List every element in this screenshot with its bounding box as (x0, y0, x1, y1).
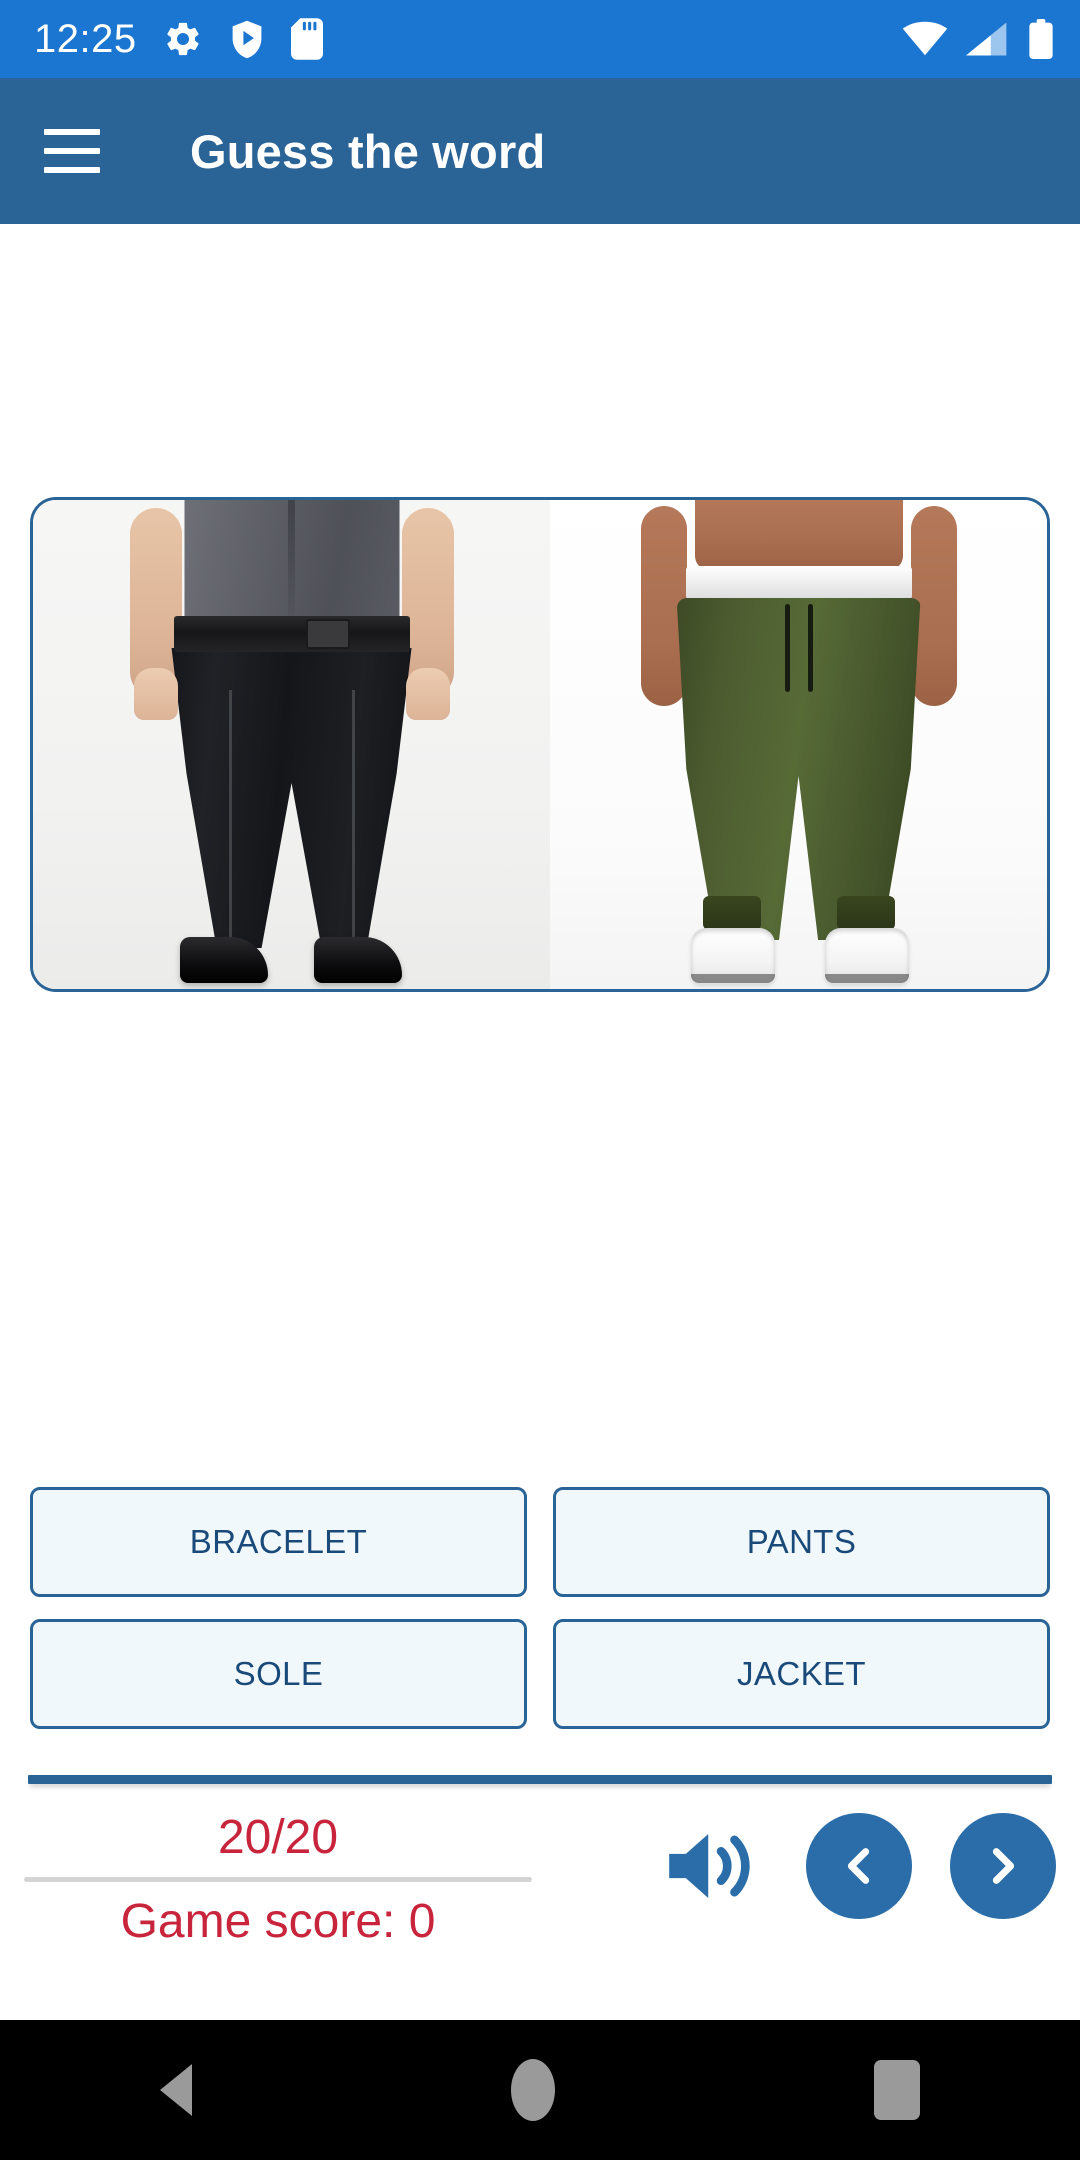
back-triangle-icon[interactable] (159, 2064, 192, 2116)
answer-option-jacket[interactable]: JACKET (553, 1619, 1050, 1729)
section-divider (28, 1775, 1052, 1784)
question-counter: 20/20 (217, 1811, 339, 1864)
answer-options-grid: BRACELET PANTS SOLE JACKET (30, 1487, 1050, 1729)
photo-left-hand (133, 668, 178, 720)
next-question-button[interactable] (950, 1813, 1056, 1919)
hamburger-menu-icon[interactable] (44, 129, 100, 173)
hamburger-line (44, 148, 100, 154)
sd-card-icon (290, 18, 323, 60)
home-circle-icon[interactable] (510, 2059, 555, 2121)
hamburger-line (44, 167, 100, 173)
recents-square-icon[interactable] (874, 2060, 921, 2120)
app-bar: Guess the word (0, 78, 1080, 224)
photo-right-torso (694, 500, 903, 570)
question-image-card[interactable] (30, 497, 1050, 992)
photo-left-pants-crease (351, 690, 355, 940)
footer-bar: 20/20 Game score: 0 (0, 1790, 1080, 2020)
photo-left-shirt (184, 500, 400, 624)
status-bar-left: 12:25 (34, 18, 323, 60)
score-panel: 20/20 Game score: 0 (24, 1806, 532, 1949)
photo-left-belt (173, 616, 410, 652)
question-photo-right (550, 500, 1047, 989)
phone-screen: 12:25 Guess the word BRACELET PANTS SOLE… (0, 0, 1080, 2160)
photo-left-shirt-seam (288, 500, 296, 624)
gear-icon (166, 22, 199, 56)
photo-right-sneaker-sole (824, 974, 909, 983)
photo-left-hand (405, 668, 450, 720)
answer-option-bracelet[interactable]: BRACELET (30, 1487, 527, 1597)
main-content: BRACELET PANTS SOLE JACKET 20/20 Game sc… (0, 224, 1080, 2020)
photo-right-jogger-cuff (702, 896, 761, 930)
status-time: 12:25 (34, 17, 137, 61)
status-bar: 12:25 (0, 0, 1080, 78)
question-photo-left (33, 500, 551, 989)
speaker-volume-icon[interactable] (660, 1812, 768, 1920)
photo-right-sneaker-sole (690, 974, 775, 983)
footer-controls (660, 1812, 1056, 1920)
score-divider-line (24, 1876, 532, 1882)
wifi-icon (902, 21, 948, 56)
system-navigation-bar (0, 2020, 1080, 2160)
photo-left-belt-buckle (305, 619, 350, 649)
photo-right-jogger-cuff (836, 896, 895, 930)
cellular-signal-icon (966, 22, 1007, 56)
photo-right-waistband (685, 566, 912, 600)
chevron-right-icon (992, 1848, 1015, 1884)
chevron-left-icon (847, 1848, 870, 1884)
photo-left-pants-crease (228, 690, 232, 940)
hamburger-line (44, 129, 100, 135)
answer-option-pants[interactable]: PANTS (553, 1487, 1050, 1597)
answer-option-sole[interactable]: SOLE (30, 1619, 527, 1729)
shield-play-icon (232, 20, 262, 59)
page-title: Guess the word (190, 124, 546, 178)
previous-question-button[interactable] (806, 1813, 912, 1919)
status-bar-right (902, 19, 1054, 59)
photo-right-drawstring (779, 604, 819, 692)
battery-icon (1029, 19, 1053, 59)
game-score-label: Game score: 0 (120, 1894, 436, 1948)
